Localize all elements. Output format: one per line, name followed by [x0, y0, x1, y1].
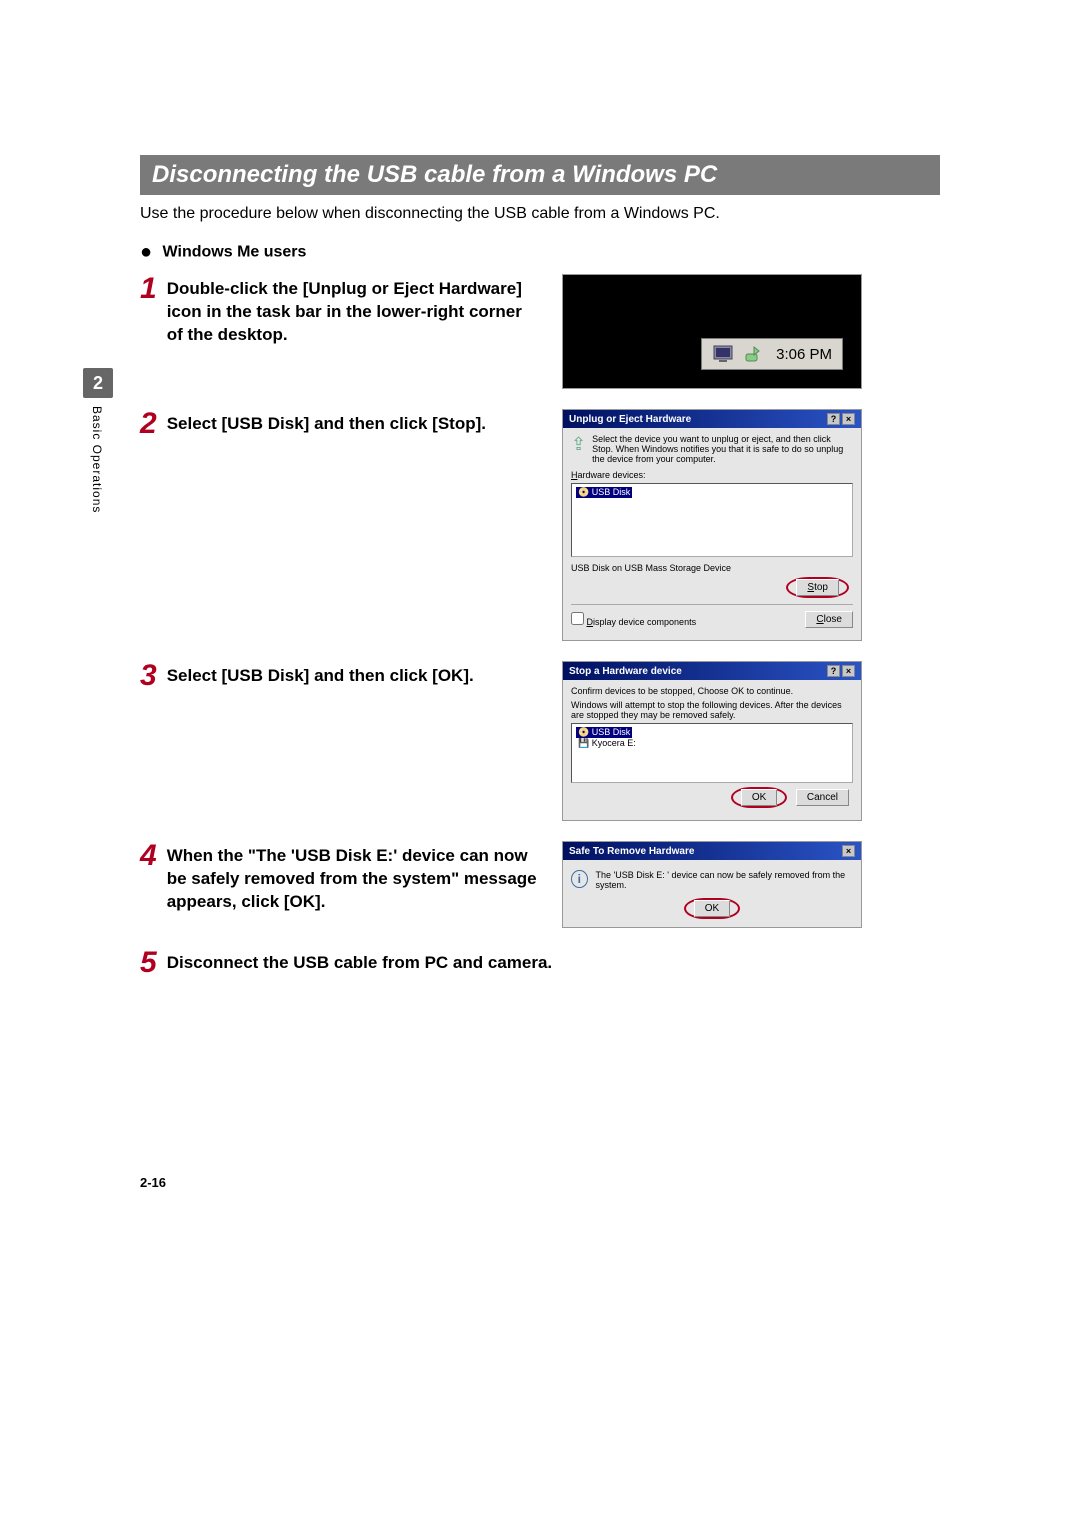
hardware-devices-label: HHardware devices:ardware devices: — [571, 470, 853, 480]
step-5-number: 5 — [140, 948, 157, 978]
hardware-devices-list[interactable]: 📀 USB Disk — [571, 483, 853, 557]
step-1-left: 1 Double-click the [Unplug or Eject Hard… — [140, 274, 540, 347]
dialog-message: ⇪ Select the device you want to unplug o… — [571, 434, 853, 464]
device-detail-text: USB Disk on USB Mass Storage Device — [571, 563, 853, 573]
step-2-number: 2 — [140, 409, 157, 439]
dialog3-titlebar: Stop a Hardware device ? × — [563, 662, 861, 680]
close-dialog-button[interactable]: CloseClose — [805, 611, 853, 628]
step-4-row: 4 When the "The 'USB Disk E:' device can… — [140, 841, 940, 928]
figure-4-safe-remove-dialog: Safe To Remove Hardware × i The 'USB Dis… — [562, 841, 862, 928]
dialog4-titlebar: Safe To Remove Hardware × — [563, 842, 861, 860]
ok-button-highlight: OK — [684, 898, 740, 919]
step-4-left: 4 When the "The 'USB Disk E:' device can… — [140, 841, 540, 914]
dialog4-message-text: The 'USB Disk E: ' device can now be saf… — [596, 870, 853, 890]
step-1-row: 1 Double-click the [Unplug or Eject Hard… — [140, 274, 940, 389]
system-tray[interactable]: 3:06 PM — [701, 338, 843, 370]
subheading-text: Windows Me users — [163, 244, 307, 261]
ok-button[interactable]: OK — [694, 900, 730, 917]
list-item-usb-disk[interactable]: 📀 USB Disk — [576, 727, 632, 738]
cancel-button[interactable]: Cancel — [796, 789, 849, 806]
dialog-title-text: Unplug or Eject Hardware — [569, 414, 691, 425]
dialog-message-text: Select the device you want to unplug or … — [592, 434, 853, 464]
chapter-label: Basic Operations — [90, 406, 104, 513]
step-5-row: 5 Disconnect the USB cable from PC and c… — [140, 948, 940, 978]
step-3-left: 3 Select [USB Disk] and then click [OK]. — [140, 661, 540, 691]
display-icon[interactable] — [712, 343, 734, 365]
help-button[interactable]: ? — [827, 665, 840, 677]
intro-text: Use the procedure below when disconnecti… — [140, 205, 940, 223]
step-3-row: 3 Select [USB Disk] and then click [OK].… — [140, 661, 940, 821]
display-components-label: Display device componentsDisplay device … — [587, 617, 697, 627]
eject-icon: ⇪ — [571, 434, 586, 464]
info-icon: i — [571, 870, 588, 888]
chapter-number-badge: 2 — [83, 368, 113, 398]
section-title: Disconnecting the USB cable from a Windo… — [140, 155, 940, 195]
systray-clock: 3:06 PM — [776, 346, 832, 363]
list-item-usb-disk[interactable]: 📀 USB Disk — [576, 487, 632, 498]
bullet-dot-icon: ● — [140, 241, 152, 263]
list-item-volume-e[interactable]: 💾 Kyocera E: — [576, 738, 638, 749]
page-content: Disconnecting the USB cable from a Windo… — [140, 155, 940, 998]
dialog3-msg2: Windows will attempt to stop the followi… — [571, 700, 853, 720]
close-button[interactable]: × — [842, 845, 855, 857]
eject-hardware-icon[interactable] — [742, 343, 764, 365]
stop-device-list[interactable]: 📀 USB Disk 💾 Kyocera E: — [571, 723, 853, 783]
help-button[interactable]: ? — [827, 413, 840, 425]
ok-button-highlight: OK — [731, 787, 787, 808]
dialog3-title-text: Stop a Hardware device — [569, 666, 682, 677]
close-button[interactable]: × — [842, 665, 855, 677]
stop-button[interactable]: SStoptop — [796, 579, 839, 596]
step-2-text: Select [USB Disk] and then click [Stop]. — [167, 409, 486, 439]
step-2-row: 2 Select [USB Disk] and then click [Stop… — [140, 409, 940, 641]
figure-2-unplug-dialog: Unplug or Eject Hardware ? × ⇪ Select th… — [562, 409, 862, 641]
step-5-left: 5 Disconnect the USB cable from PC and c… — [140, 948, 552, 978]
chapter-side-tab: 2 Basic Operations — [83, 368, 113, 513]
step-1-number: 1 — [140, 274, 157, 347]
display-components-row: Display device componentsDisplay device … — [571, 611, 853, 628]
dialog3-msg1: Confirm devices to be stopped, Choose OK… — [571, 686, 853, 696]
ok-button[interactable]: OK — [741, 789, 777, 806]
step-1-text: Double-click the [Unplug or Eject Hardwa… — [167, 274, 540, 347]
page-number: 2-16 — [140, 1175, 166, 1190]
dialog4-title-text: Safe To Remove Hardware — [569, 846, 694, 857]
figure-3-stop-dialog: Stop a Hardware device ? × Confirm devic… — [562, 661, 862, 821]
close-button[interactable]: × — [842, 413, 855, 425]
dialog-titlebar: Unplug or Eject Hardware ? × — [563, 410, 861, 428]
figure-1-systray: 3:06 PM — [562, 274, 862, 389]
step-3-text: Select [USB Disk] and then click [OK]. — [167, 661, 474, 691]
step-4-number: 4 — [140, 841, 157, 914]
step-2-left: 2 Select [USB Disk] and then click [Stop… — [140, 409, 540, 439]
step-5-text: Disconnect the USB cable from PC and cam… — [167, 948, 552, 978]
step-3-number: 3 — [140, 661, 157, 691]
subheading-windows-me: ● Windows Me users — [140, 241, 940, 264]
stop-button-highlight: SStoptop — [786, 577, 849, 598]
display-components-checkbox[interactable] — [571, 612, 584, 625]
step-4-text: When the "The 'USB Disk E:' device can n… — [167, 841, 540, 914]
